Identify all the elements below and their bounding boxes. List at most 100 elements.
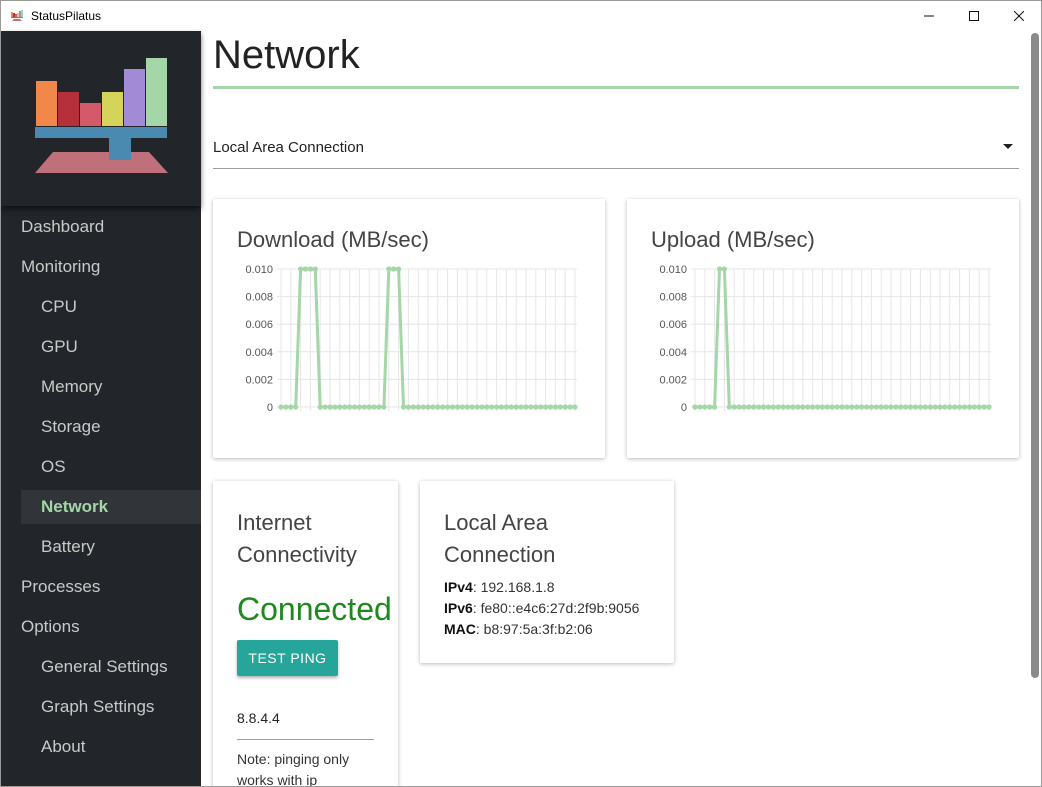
ping-ip-value: 8.8.4.4: [237, 710, 280, 726]
sidebar-item-battery[interactable]: Battery: [21, 530, 201, 564]
maximize-button[interactable]: [951, 1, 997, 31]
mac-label: MAC: [444, 621, 476, 637]
minimize-icon: [924, 15, 934, 17]
data-point: [726, 404, 732, 410]
app-window: StatusPilatus Dashboard Monitoring CPU G…: [0, 0, 1042, 787]
data-point: [405, 404, 411, 410]
sidebar-item-monitoring[interactable]: Monitoring: [21, 250, 201, 284]
vertical-scrollbar[interactable]: [1029, 31, 1041, 786]
scrollbar-thumb[interactable]: [1031, 33, 1039, 678]
data-point: [908, 404, 914, 410]
data-point: [484, 404, 490, 410]
data-point: [868, 404, 874, 410]
data-point: [562, 404, 568, 410]
data-point: [893, 404, 899, 410]
data-point: [415, 404, 421, 410]
data-point: [317, 404, 323, 410]
ipv6-label: IPv6: [444, 600, 473, 616]
data-point: [844, 404, 850, 410]
sidebar-item-options[interactable]: Options: [21, 610, 201, 644]
data-point: [712, 404, 718, 410]
data-point: [351, 404, 358, 410]
data-point: [533, 404, 539, 410]
data-point: [863, 404, 870, 410]
data-point: [391, 266, 397, 272]
connectivity-title: Internet Connectivity: [237, 510, 357, 567]
title-divider: [213, 86, 1019, 89]
data-point: [721, 266, 727, 272]
data-point: [459, 404, 465, 410]
data-point: [751, 404, 757, 410]
logo-area: [1, 31, 201, 206]
sidebar-item-storage[interactable]: Storage: [21, 410, 201, 444]
y-tick-label: 0.004: [659, 347, 687, 359]
test-ping-button[interactable]: TEST PING: [237, 640, 338, 676]
data-point: [543, 404, 549, 410]
data-point: [552, 404, 558, 410]
y-tick-label: 0.002: [659, 374, 687, 386]
data-point: [400, 404, 407, 410]
data-point: [942, 404, 948, 410]
data-point: [410, 404, 416, 410]
download-chart-card: Download (MB/sec) 0.010 0.008 0.006 0.004 0.…: [213, 199, 605, 458]
data-point: [518, 404, 524, 410]
data-point: [966, 404, 972, 410]
adapter-info-card: Local Area Connection IPv4: 192.168.1.8 …: [420, 481, 674, 663]
data-point: [839, 404, 845, 410]
data-point: [332, 404, 338, 410]
y-tick-label: 0.008: [659, 292, 687, 304]
sidebar-item-graph-settings[interactable]: Graph Settings: [21, 690, 201, 724]
data-point: [785, 404, 791, 410]
adapter-select-value: Local Area Connection: [213, 139, 364, 156]
ipv4-label: IPv4: [444, 579, 473, 595]
ipv6-value: fe80::e4c6:27d:2f9b:9056: [480, 600, 640, 616]
minimize-button[interactable]: [906, 1, 952, 31]
data-point: [479, 404, 485, 410]
ipv6-line: IPv6: fe80::e4c6:27d:2f9b:9056: [444, 600, 640, 616]
chevron-down-icon: [1003, 144, 1013, 149]
data-point: [572, 404, 578, 410]
data-point: [976, 404, 982, 410]
data-point: [971, 404, 977, 410]
page-title: Network: [213, 33, 360, 77]
adapter-select[interactable]: Local Area Connection: [213, 126, 1019, 169]
data-point: [302, 266, 309, 272]
data-point: [425, 404, 431, 410]
data-point: [430, 404, 436, 410]
sidebar-item-processes[interactable]: Processes: [21, 570, 201, 604]
data-point: [513, 404, 519, 410]
sidebar-item-cpu[interactable]: CPU: [21, 290, 201, 324]
data-point: [322, 404, 328, 410]
data-point: [746, 404, 752, 410]
sidebar-item-about[interactable]: About: [21, 730, 201, 764]
sidebar-item-gpu[interactable]: GPU: [21, 330, 201, 364]
data-point: [878, 404, 884, 410]
ipv4-value: 192.168.1.8: [480, 579, 555, 595]
sidebar-item-general-settings[interactable]: General Settings: [21, 650, 201, 684]
data-point: [420, 404, 426, 410]
sidebar-item-memory[interactable]: Memory: [21, 370, 201, 404]
sidebar-item-dashboard[interactable]: Dashboard: [21, 210, 201, 244]
data-point: [790, 404, 796, 410]
window-title: StatusPilatus: [31, 9, 102, 23]
data-point: [859, 404, 865, 410]
data-point: [741, 404, 747, 410]
data-point: [873, 404, 879, 410]
data-point: [927, 404, 933, 410]
data-point: [697, 404, 703, 410]
data-point: [503, 404, 509, 410]
ping-ip-input[interactable]: 8.8.4.4: [237, 707, 374, 740]
data-point: [464, 404, 470, 410]
data-point: [557, 404, 563, 410]
close-button[interactable]: [996, 1, 1041, 31]
data-point: [445, 404, 451, 410]
sidebar-item-network[interactable]: Network: [21, 490, 201, 524]
data-point: [765, 404, 772, 410]
data-point: [775, 404, 781, 410]
data-point: [824, 404, 830, 410]
data-point: [498, 404, 505, 410]
sidebar-item-os[interactable]: OS: [21, 450, 201, 484]
data-point: [805, 404, 811, 410]
upload-chart: 0.010 0.008 0.006 0.004 0.002 0: [659, 264, 992, 414]
data-point: [386, 266, 392, 272]
